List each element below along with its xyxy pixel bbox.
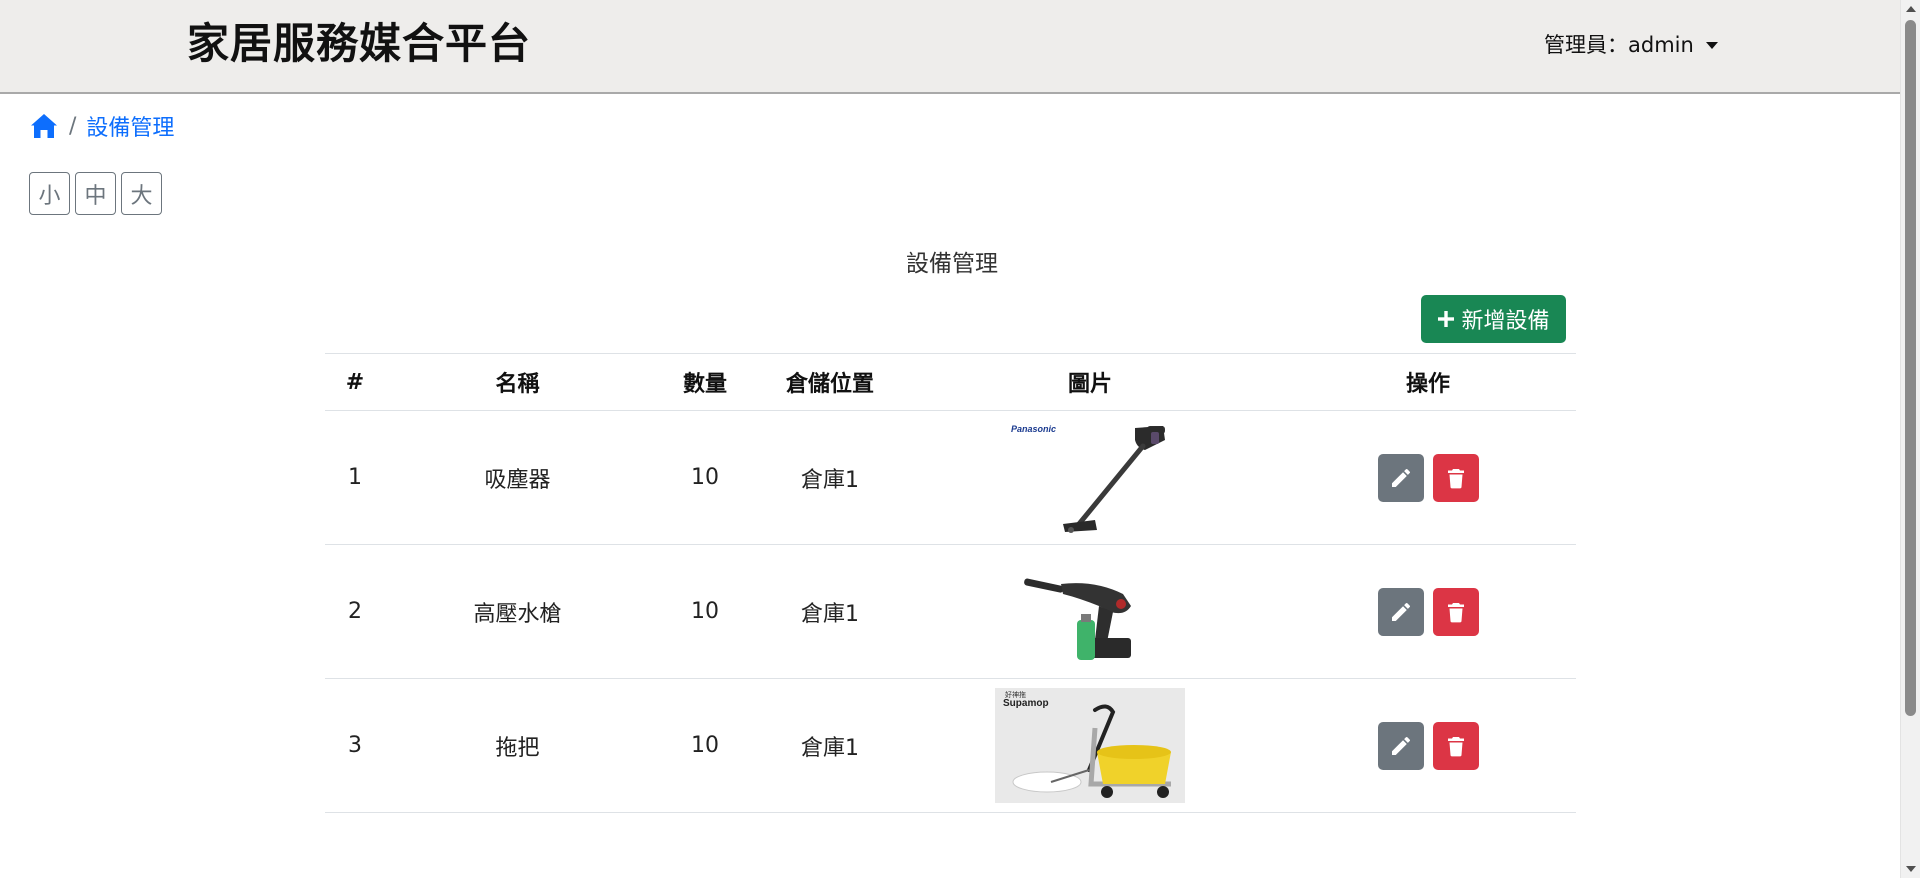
top-navbar: 家居服務媒合平台 管理員：admin <box>0 0 1900 94</box>
row-actions <box>1377 453 1479 502</box>
table-row: 3 拖把 10 倉庫1 好神拖 Supamop <box>325 678 1576 813</box>
cell-actions <box>1280 410 1576 545</box>
cell-image <box>900 544 1280 679</box>
scroll-up-arrow-icon[interactable] <box>1906 6 1916 12</box>
table-header-row: # 名稱 數量 倉儲位置 圖片 操作 <box>325 353 1576 411</box>
section-title-wrap: 設備管理 <box>0 244 1900 278</box>
edit-button[interactable] <box>1377 587 1424 636</box>
cell-index: 2 <box>325 544 385 679</box>
pencil-icon <box>1391 468 1410 487</box>
row-actions <box>1377 587 1479 636</box>
cell-image: 好神拖 Supamop <box>900 678 1280 813</box>
delete-button[interactable] <box>1432 721 1479 770</box>
cell-location: 倉庫1 <box>760 410 900 545</box>
font-size-small-button[interactable]: 小 <box>29 172 70 215</box>
page: 家居服務媒合平台 管理員：admin / 設備管理 小 中 大 設備管理 新增設… <box>0 0 1920 878</box>
section-title: 設備管理 <box>906 251 998 277</box>
col-header-actions: 操作 <box>1280 353 1576 411</box>
col-header-location: 倉儲位置 <box>760 353 900 411</box>
breadcrumb-separator: / <box>69 113 77 139</box>
trash-icon <box>1447 736 1464 756</box>
equipment-table-wrap: # 名稱 數量 倉儲位置 圖片 操作 1 吸塵器 10 倉庫1 Panasoni… <box>325 353 1576 813</box>
delete-button[interactable] <box>1432 587 1479 636</box>
vertical-scrollbar[interactable] <box>1900 0 1920 878</box>
pencil-icon <box>1391 736 1410 755</box>
plus-icon <box>1438 311 1455 327</box>
user-menu-label: 管理員：admin <box>1544 33 1694 57</box>
cell-name: 拖把 <box>385 678 650 813</box>
pressure-washer-image <box>995 554 1185 669</box>
vacuum-cleaner-image: Panasonic <box>995 420 1185 535</box>
table-row: 1 吸塵器 10 倉庫1 Panasonic <box>325 410 1576 545</box>
edit-button[interactable] <box>1377 453 1424 502</box>
edit-button[interactable] <box>1377 721 1424 770</box>
pencil-icon <box>1391 602 1410 621</box>
cell-quantity: 10 <box>650 544 760 679</box>
breadcrumb: / 設備管理 <box>29 110 174 142</box>
spin-mop-image: 好神拖 Supamop <box>995 688 1185 803</box>
col-header-image: 圖片 <box>900 353 1280 411</box>
cell-location: 倉庫1 <box>760 544 900 679</box>
add-equipment-label: 新增設備 <box>1461 309 1550 334</box>
cell-quantity: 10 <box>650 678 760 813</box>
cell-image: Panasonic <box>900 410 1280 545</box>
scroll-down-arrow-icon[interactable] <box>1906 866 1916 872</box>
col-header-quantity: 數量 <box>650 353 760 411</box>
cell-actions <box>1280 544 1576 679</box>
font-size-large-button[interactable]: 大 <box>121 172 162 215</box>
caret-down-icon <box>1705 41 1718 49</box>
breadcrumb-current[interactable]: 設備管理 <box>86 110 174 142</box>
home-icon[interactable] <box>29 112 59 140</box>
scroll-thumb[interactable] <box>1905 20 1916 716</box>
brand-title[interactable]: 家居服務媒合平台 <box>187 18 531 70</box>
cell-location: 倉庫1 <box>760 678 900 813</box>
cell-index: 3 <box>325 678 385 813</box>
vacuum-brand-logo: Panasonic <box>1011 424 1056 434</box>
mop-brand-logo: Supamop <box>1003 698 1049 709</box>
col-header-name: 名稱 <box>385 353 650 411</box>
trash-icon <box>1447 468 1464 488</box>
cell-name: 高壓水槍 <box>385 544 650 679</box>
cell-actions <box>1280 678 1576 813</box>
delete-button[interactable] <box>1432 453 1479 502</box>
equipment-table: # 名稱 數量 倉儲位置 圖片 操作 1 吸塵器 10 倉庫1 Panasoni… <box>325 353 1576 813</box>
col-header-index: # <box>325 353 385 411</box>
add-equipment-button[interactable]: 新增設備 <box>1421 295 1566 343</box>
row-actions <box>1377 721 1479 770</box>
font-size-medium-button[interactable]: 中 <box>75 172 116 215</box>
cell-index: 1 <box>325 410 385 545</box>
cell-name: 吸塵器 <box>385 410 650 545</box>
font-size-controls: 小 中 大 <box>29 172 162 215</box>
user-menu-dropdown[interactable]: 管理員：admin <box>1544 30 1718 60</box>
table-row: 2 高壓水槍 10 倉庫1 <box>325 544 1576 679</box>
cell-quantity: 10 <box>650 410 760 545</box>
trash-icon <box>1447 602 1464 622</box>
